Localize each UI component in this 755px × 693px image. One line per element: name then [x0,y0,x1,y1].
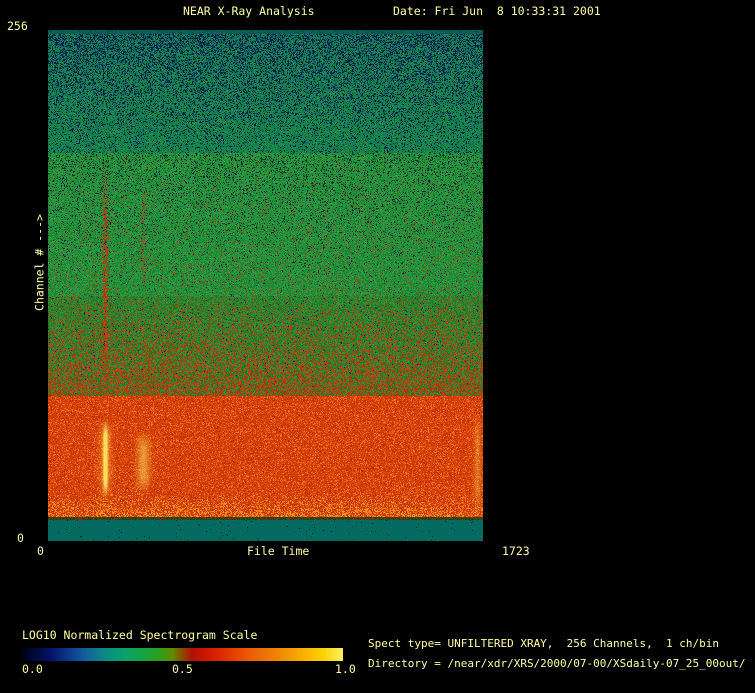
near-xray-analysis-window: NEAR X-Ray Analysis Date: Fri Jun 8 10:3… [0,0,755,693]
y-axis-title: Channel # ---> [32,214,47,311]
colorbar-gradient [22,648,343,661]
x-axis-title: File Time [247,544,310,558]
colorbar-title: LOG10 Normalized Spectrogram Scale [22,628,258,642]
spect-type-line: Spect type= UNFILTERED XRAY, 256 Channel… [368,637,719,650]
directory-line: Directory = /near/xdr/XRS/2000/07-00/XSd… [368,657,746,670]
spectrogram-plot [48,30,483,541]
y-axis-max-label: 256 [7,19,28,33]
colorbar-tick-min: 0.0 [22,662,43,676]
y-axis-min-label: 0 [17,531,24,545]
colorbar-tick-max: 1.0 [335,662,356,676]
page-title: NEAR X-Ray Analysis [183,4,315,18]
x-axis-max-label: 1723 [502,544,530,558]
colorbar-tick-mid: 0.5 [172,662,193,676]
x-axis-min-label: 0 [37,544,44,558]
date-label: Date: Fri Jun 8 10:33:31 2001 [393,4,601,18]
